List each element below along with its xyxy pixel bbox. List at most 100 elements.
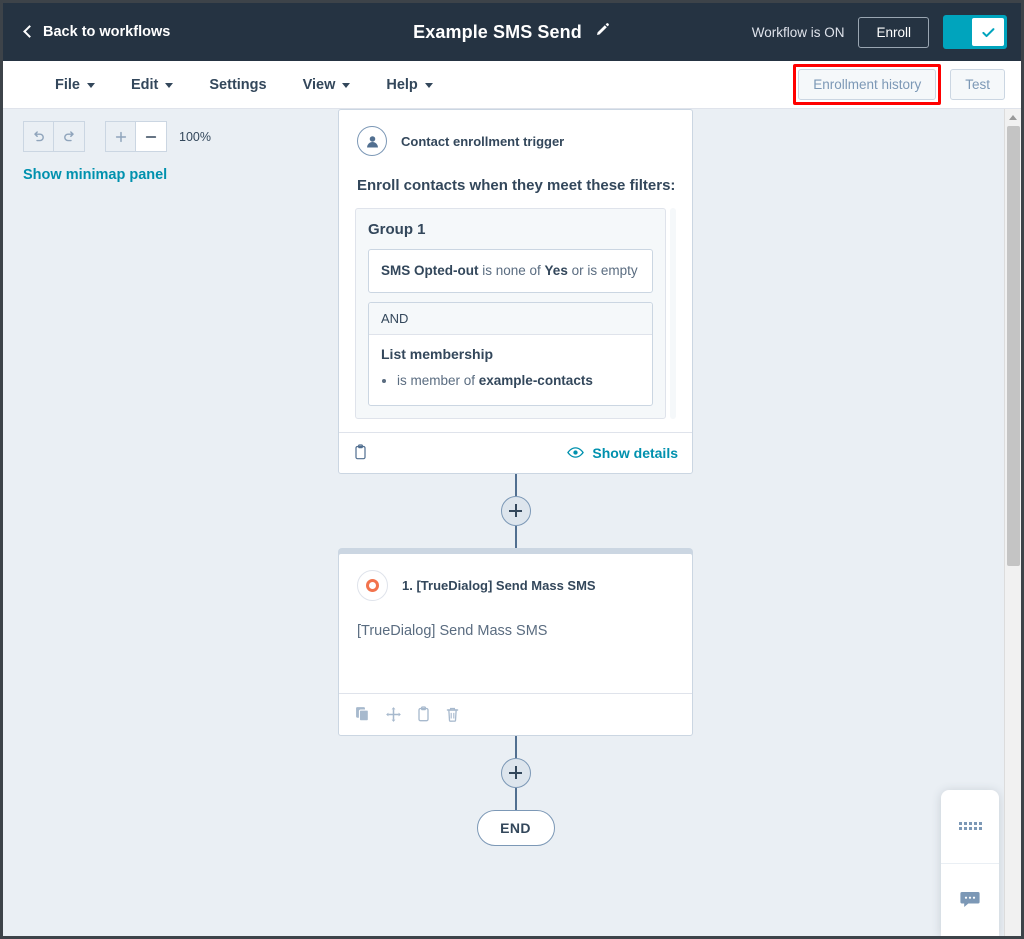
trigger-card-footer: Show details: [339, 431, 692, 473]
menu-view[interactable]: View: [285, 71, 369, 99]
eye-icon: [567, 447, 585, 458]
trigger-card-body: Contact enrollment trigger Enroll contac…: [339, 110, 692, 419]
redo-icon[interactable]: [54, 121, 85, 152]
chevron-down-icon: [165, 83, 174, 88]
action-card-footer: [339, 692, 692, 735]
filter-list-membership-title: List membership: [381, 346, 494, 363]
chat-bubble-icon: [960, 891, 980, 907]
flow-connector-line: [514, 787, 517, 810]
filter-and-label: AND: [369, 303, 652, 336]
menu-bar-actions: Enrollment history Test: [793, 64, 1005, 105]
zoom-out-button[interactable]: [136, 121, 167, 152]
workflow-on-toggle[interactable]: [943, 15, 1007, 49]
chevron-left-icon: [23, 25, 36, 38]
trigger-filters-title: Enroll contacts when they meet these fil…: [357, 177, 676, 194]
add-step-button-2[interactable]: [500, 757, 531, 788]
arrow-up-icon: [1009, 114, 1017, 120]
clipboard-icon[interactable]: [416, 705, 431, 723]
chat-widget: [941, 790, 999, 936]
canvas-toolbar: 100% Show minimap panel: [23, 121, 211, 183]
clipboard-icon[interactable]: [353, 444, 368, 461]
check-icon: [981, 27, 994, 37]
menu-settings-label: Settings: [209, 76, 267, 93]
canvas-vertical-scrollbar[interactable]: [1004, 109, 1021, 936]
scroll-up-button[interactable]: [1005, 109, 1021, 125]
menu-settings[interactable]: Settings: [191, 71, 284, 99]
truedialog-logo-icon: [357, 569, 388, 601]
plus-icon: [509, 766, 522, 780]
toggle-knob: [972, 18, 1004, 46]
action-card-description: [TrueDialog] Send Mass SMS: [357, 622, 548, 639]
undo-icon[interactable]: [23, 121, 54, 152]
end-node[interactable]: END: [476, 809, 555, 846]
header-actions: Workflow is ON Enroll: [752, 15, 1007, 49]
filter-and-body[interactable]: List membership is member of example-con…: [369, 335, 652, 404]
back-to-workflows-label: Back to workflows: [43, 24, 171, 40]
filter-group-title: Group 1: [368, 221, 426, 238]
zoom-level-label: 100%: [179, 129, 211, 144]
scrollbar-thumb[interactable]: [1007, 126, 1020, 566]
menu-help-label: Help: [386, 76, 418, 93]
move-icon[interactable]: [385, 706, 402, 723]
workflow-status-text: Workflow is ON: [751, 24, 845, 40]
workflow-flow-column: Contact enrollment trigger Enroll contac…: [338, 109, 693, 846]
menu-file[interactable]: File: [37, 71, 113, 99]
show-details-label: Show details: [592, 444, 678, 461]
zoom-controls-row: 100%: [23, 121, 211, 152]
list-membership-value: example-contacts: [478, 373, 593, 389]
menu-edit[interactable]: Edit: [113, 71, 191, 99]
plus-icon: [509, 504, 522, 518]
plus-icon: [115, 131, 126, 142]
action-card-header: 1. [TrueDialog] Send Mass SMS: [339, 554, 692, 601]
show-minimap-link[interactable]: Show minimap panel: [23, 167, 211, 183]
zoom-in-button[interactable]: [105, 121, 136, 152]
trigger-card-header: Contact enrollment trigger: [355, 126, 676, 156]
zoom-button-group: [105, 121, 167, 152]
pencil-icon[interactable]: [595, 22, 611, 43]
chat-widget-drag-handle[interactable]: [941, 790, 999, 863]
filter-value: Yes: [544, 263, 568, 278]
contact-enrollment-trigger-card[interactable]: Contact enrollment trigger Enroll contac…: [338, 109, 693, 474]
enroll-button[interactable]: Enroll: [858, 16, 929, 48]
chevron-down-icon: [342, 83, 351, 88]
filter-group-1: Group 1 SMS Opted-out is none of Yes or …: [355, 208, 666, 419]
back-to-workflows-link[interactable]: Back to workflows: [23, 24, 171, 40]
menu-bar: File Edit Settings View Help Enrollment …: [3, 61, 1021, 109]
menu-view-label: View: [302, 76, 336, 93]
list-item: is member of example-contacts: [397, 371, 640, 391]
flow-connector-line: [514, 473, 517, 496]
menu-edit-label: Edit: [130, 76, 159, 93]
add-step-button-1[interactable]: [500, 495, 531, 526]
contact-avatar-icon: [357, 126, 387, 156]
workflow-canvas[interactable]: 100% Show minimap panel Contact enrollme…: [3, 109, 1021, 936]
filter-suffix-text: or is empty: [567, 263, 638, 278]
show-details-button[interactable]: Show details: [567, 445, 678, 461]
trigger-filters-scroll-area[interactable]: Group 1 SMS Opted-out is none of Yes or …: [355, 208, 676, 419]
copy-icon[interactable]: [355, 706, 371, 722]
flow-connector-line: [514, 525, 517, 548]
enrollment-history-button[interactable]: Enrollment history: [798, 69, 937, 100]
filter-operator-text: is none of: [478, 263, 545, 278]
test-button[interactable]: Test: [950, 69, 1005, 100]
action-card-title: 1. [TrueDialog] Send Mass SMS: [402, 577, 596, 593]
chat-bubble-button[interactable]: [941, 862, 999, 937]
chevron-down-icon: [86, 83, 95, 88]
history-button-group: [23, 121, 85, 152]
menu-file-label: File: [55, 76, 80, 93]
minus-icon: [145, 135, 157, 138]
chevron-down-icon: [424, 83, 433, 88]
drag-dots-icon: [958, 822, 982, 831]
trash-icon[interactable]: [445, 706, 460, 723]
page-title: Example SMS Send: [413, 21, 582, 42]
menu-help[interactable]: Help: [368, 71, 450, 99]
trigger-card-title: Contact enrollment trigger: [401, 133, 565, 149]
list-membership-prefix: is member of: [397, 373, 479, 389]
filter-property-name: SMS Opted-out: [381, 263, 479, 278]
top-header-bar: Back to workflows Example SMS Send Workf…: [3, 3, 1021, 61]
action-card-send-mass-sms[interactable]: 1. [TrueDialog] Send Mass SMS [TrueDialo…: [338, 552, 693, 736]
enrollment-history-highlight: Enrollment history: [793, 64, 942, 105]
trigger-filters-scrollbar[interactable]: [670, 208, 676, 419]
filter-condition-sms-opted-out[interactable]: SMS Opted-out is none of Yes or is empty: [368, 249, 653, 294]
flow-connector-line: [514, 735, 517, 758]
filter-and-block: AND List membership is member of example…: [368, 302, 653, 406]
